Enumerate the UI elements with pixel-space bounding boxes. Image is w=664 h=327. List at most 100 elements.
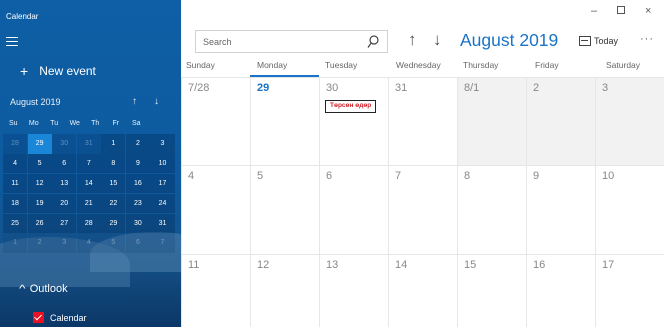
mini-calendar-day[interactable]: 16: [125, 173, 150, 194]
mini-calendar-day[interactable]: 25: [3, 213, 28, 234]
maximize-window-icon[interactable]: [617, 5, 625, 17]
calendar-day-cell[interactable]: 4: [181, 165, 250, 254]
new-event-label: New event: [39, 64, 96, 78]
mini-calendar-day[interactable]: 11: [3, 173, 28, 194]
more-options-icon[interactable]: ···: [640, 33, 654, 45]
calendar-day-cell[interactable]: 15: [457, 254, 526, 327]
day-number: 17: [602, 259, 615, 271]
mini-calendar-day[interactable]: 10: [150, 153, 175, 174]
mini-calendar-day[interactable]: 4: [76, 233, 101, 253]
mini-calendar-day[interactable]: 2: [125, 134, 150, 154]
day-number: 7/28: [188, 82, 210, 94]
next-month-arrow-icon[interactable]: ↓: [433, 30, 442, 50]
mini-calendar-previous-arrow-icon[interactable]: ↑: [132, 96, 137, 107]
mini-calendar-day[interactable]: 29: [101, 213, 126, 234]
weekday-header-thursday: Thursday: [463, 60, 499, 70]
mini-calendar-day[interactable]: 3: [52, 233, 77, 253]
calendar-day-cell[interactable]: 8/1: [457, 77, 526, 165]
mini-calendar-day[interactable]: 7: [150, 233, 175, 253]
calendar-day-cell[interactable]: 11: [181, 254, 250, 327]
mini-calendar-day[interactable]: 27: [52, 213, 77, 234]
mini-calendar-day[interactable]: 31: [76, 134, 101, 154]
search-icon[interactable]: [367, 35, 379, 49]
mini-calendar-day[interactable]: 13: [52, 173, 77, 194]
mini-calendar-day[interactable]: 17: [150, 173, 175, 194]
mini-calendar-day[interactable]: 30: [125, 213, 150, 234]
mini-calendar-day[interactable]: 9: [125, 153, 150, 174]
calendar-day-cell[interactable]: 30 Төрсөн өдөр: [319, 77, 388, 165]
calendar-day-cell[interactable]: 13: [319, 254, 388, 327]
mini-calendar-day[interactable]: 18: [3, 193, 28, 214]
mini-calendar-day[interactable]: 5: [27, 153, 52, 174]
mini-calendar-day[interactable]: 30: [52, 134, 77, 154]
calendar-day-cell[interactable]: 8: [457, 165, 526, 254]
mini-calendar-day[interactable]: 8: [101, 153, 126, 174]
mini-calendar-week: 1234567: [3, 233, 175, 253]
mini-calendar-day[interactable]: 20: [52, 193, 77, 214]
mini-calendar-day[interactable]: 12: [27, 173, 52, 194]
minimize-window-icon[interactable]: –: [591, 5, 597, 17]
mini-calendar-day[interactable]: 19: [27, 193, 52, 214]
day-number: 29: [257, 82, 270, 94]
calendar-day-cell[interactable]: 7/28: [181, 77, 250, 165]
calendar-day-cell[interactable]: 29: [250, 77, 319, 165]
mini-calendar-week: 25 26 27 28 29 30 31: [3, 213, 175, 234]
calendar-day-cell[interactable]: 17: [595, 254, 664, 327]
day-number: 4: [188, 170, 195, 182]
weekday-header-monday: Monday: [250, 58, 319, 78]
calendar-day-cell[interactable]: 5: [250, 165, 319, 254]
outlook-account-toggle[interactable]: ^ Outlook: [19, 283, 68, 295]
mini-calendar-day[interactable]: 29: [27, 134, 52, 154]
mini-calendar-day[interactable]: 1: [3, 233, 28, 253]
search-input[interactable]: [196, 31, 356, 52]
mini-calendar-day[interactable]: 15: [101, 173, 126, 194]
weekday-header-friday: Friday: [535, 60, 559, 70]
calendar-checkbox-item[interactable]: Calendar: [33, 312, 87, 323]
calendar-day-cell[interactable]: 14: [388, 254, 457, 327]
mini-calendar-day[interactable]: 14: [76, 173, 101, 194]
calendar-day-cell[interactable]: 16: [526, 254, 595, 327]
mini-calendar-day[interactable]: 2: [27, 233, 52, 253]
mini-calendar-day[interactable]: 28: [76, 213, 101, 234]
mini-calendar-title[interactable]: August 2019: [10, 97, 61, 107]
new-event-button[interactable]: + New event: [20, 64, 96, 78]
calendar-day-cell[interactable]: 10: [595, 165, 664, 254]
calendar-day-cell[interactable]: 9: [526, 165, 595, 254]
day-number: 14: [395, 259, 408, 271]
today-button[interactable]: Today: [579, 36, 618, 46]
checkbox-checked-icon[interactable]: [33, 312, 44, 323]
calendar-day-cell[interactable]: 6: [319, 165, 388, 254]
previous-month-arrow-icon[interactable]: ↑: [408, 30, 417, 50]
mini-calendar-day[interactable]: 23: [125, 193, 150, 214]
mini-calendar-day[interactable]: 22: [101, 193, 126, 214]
mini-calendar-day[interactable]: 28: [3, 134, 28, 154]
month-title[interactable]: August 2019: [460, 30, 558, 51]
mini-calendar-day[interactable]: 1: [101, 134, 126, 154]
calendar-day-cell[interactable]: 2: [526, 77, 595, 165]
calendar-day-cell[interactable]: 3: [595, 77, 664, 165]
mini-calendar-day[interactable]: 21: [76, 193, 101, 214]
calendar-day-cell[interactable]: 31: [388, 77, 457, 165]
close-window-icon[interactable]: ×: [645, 5, 651, 17]
mini-calendar-day[interactable]: 26: [27, 213, 52, 234]
mini-calendar-day[interactable]: 6: [125, 233, 150, 253]
calendar-day-cell[interactable]: 12: [250, 254, 319, 327]
mini-calendar-day[interactable]: 6: [52, 153, 77, 174]
app-title: Calendar: [6, 12, 39, 21]
search-box[interactable]: [195, 30, 388, 53]
mini-calendar-day[interactable]: 4: [3, 153, 28, 174]
calendar-event[interactable]: Төрсөн өдөр: [325, 100, 377, 113]
mini-calendar-next-arrow-icon[interactable]: ↓: [154, 96, 159, 107]
mini-calendar-header: August 2019 ↑ ↓: [10, 96, 170, 110]
mini-calendar-day[interactable]: 7: [76, 153, 101, 174]
mini-calendar-week: 28 29 30 31 1 2 3: [3, 134, 175, 154]
day-number: 16: [533, 259, 546, 271]
mini-calendar-day[interactable]: 5: [101, 233, 126, 253]
mini-calendar-weekday: Sa: [131, 120, 141, 127]
day-number: 15: [464, 259, 477, 271]
hamburger-menu-icon[interactable]: [6, 37, 18, 46]
mini-calendar-day[interactable]: 3: [150, 134, 175, 154]
calendar-day-cell[interactable]: 7: [388, 165, 457, 254]
mini-calendar-day[interactable]: 24: [150, 193, 175, 214]
mini-calendar-day[interactable]: 31: [150, 213, 175, 234]
